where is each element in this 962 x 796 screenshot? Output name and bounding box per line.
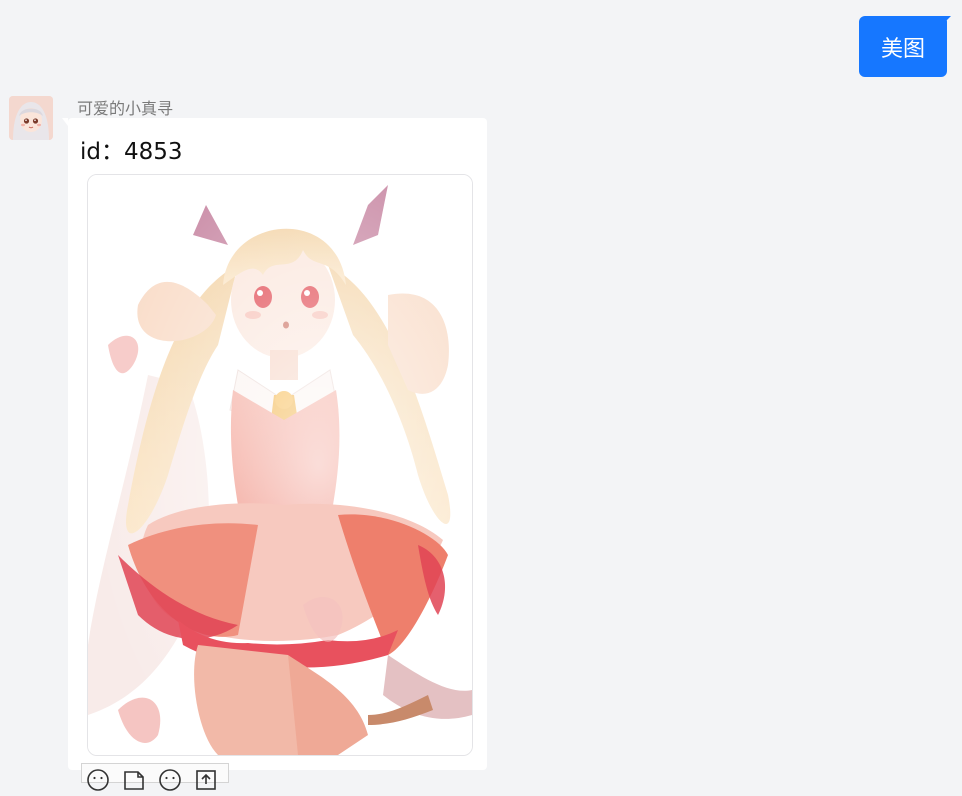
anime-image[interactable] [87, 174, 473, 756]
smile-icon[interactable] [86, 768, 110, 792]
message-action-bar [81, 763, 229, 791]
id-value: 4853 [124, 139, 183, 165]
bot-message-card: id：4853 [62, 118, 487, 770]
id-label: id： [80, 139, 124, 165]
user-message-text: 美图 [880, 36, 925, 62]
image-id-line: id：4853 [80, 132, 183, 166]
sticker-icon[interactable] [122, 768, 146, 792]
bot-name: 可爱的小真寻 [77, 99, 174, 118]
anime-girl-illustration [88, 175, 472, 755]
emoji-icon[interactable] [158, 768, 182, 792]
share-icon[interactable] [194, 768, 218, 792]
user-message-bubble[interactable]: 美图 [859, 16, 951, 77]
bot-avatar[interactable] [9, 96, 53, 140]
avatar-illustration [9, 96, 53, 140]
